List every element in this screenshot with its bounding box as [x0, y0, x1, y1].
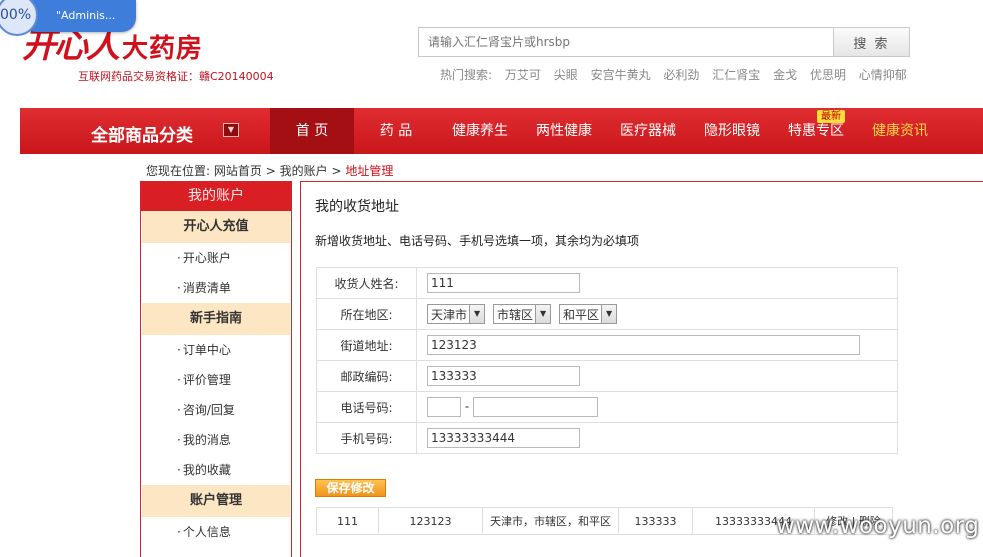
zip-label: 邮政编码: [316, 360, 417, 392]
site-logo[interactable]: 开心人 大药房 互联网药品交易资格证：赣C20140004 [22, 24, 274, 84]
mobile-field[interactable]: 13333333444 [427, 428, 580, 448]
hot-link[interactable]: 汇仁肾宝 [712, 68, 760, 82]
sidebar-item-inquiries[interactable]: 咨询/回复 [141, 395, 291, 425]
form-row-street: 街道地址: 123123 [316, 329, 898, 361]
sidebar-item-consumption[interactable]: 消费清单 [141, 273, 291, 303]
row-region: 天津市，市辖区，和平区 [482, 507, 619, 535]
search-input[interactable] [418, 27, 834, 57]
form-row-zip: 邮政编码: 133333 [316, 360, 898, 392]
breadcrumb-prefix: 您现在位置: [146, 164, 211, 178]
hot-link[interactable]: 心情抑郁 [859, 68, 907, 82]
breadcrumb-sep: > [265, 164, 276, 178]
zip-field[interactable]: 133333 [427, 366, 580, 386]
mobile-label: 手机号码: [316, 422, 417, 454]
main-nav: 全部商品分类 ▼ 首 页 药 品 健康养生 两性健康 医疗器械 隐形眼镜 特惠专… [20, 108, 983, 154]
breadcrumb: 您现在位置: 网站首页 > 我的账户 > 地址管理 [146, 162, 393, 179]
page-title: 我的收货地址 [315, 199, 399, 215]
address-panel: 我的收货地址 新增收货地址、电话号码、手机号选填一项，其余均为必填项 收货人姓名… [300, 181, 983, 557]
breadcrumb-account[interactable]: 我的账户 [280, 164, 328, 178]
form-row-region: 所在地区: 天津市 ▼ 市辖区 ▼ 和平区 ▼ [316, 298, 898, 330]
breadcrumb-current: 地址管理 [345, 164, 394, 178]
form-row-phone: 电话号码: - [316, 391, 898, 423]
breadcrumb-sep: > [331, 164, 342, 178]
breadcrumb-home[interactable]: 网站首页 [214, 164, 262, 178]
license-text: 互联网药品交易资格证：赣C20140004 [78, 70, 274, 83]
all-categories-label: 全部商品分类 [91, 126, 193, 146]
region-label: 所在地区: [316, 298, 417, 330]
chevron-down-icon: ▼ [535, 305, 551, 323]
sidebar-item-reviews[interactable]: 评价管理 [141, 365, 291, 395]
hot-link[interactable]: 必利劲 [663, 68, 699, 82]
nav-health-news[interactable]: 健康资讯 [858, 108, 942, 154]
sidebar-item-orders[interactable]: 订单中心 [141, 335, 291, 365]
row-zip: 133333 [618, 507, 693, 535]
search-bar: 搜 索 [418, 27, 910, 57]
phone-number-field[interactable] [473, 397, 598, 417]
watermark: www.wooyun.org [776, 513, 980, 539]
address-form: 收货人姓名: 111 所在地区: 天津市 ▼ 市辖区 ▼ 和平区 ▼ 街道地址: 1231… [316, 267, 898, 454]
sidebar-item-favorites[interactable]: 我的收藏 [141, 455, 291, 485]
hot-link[interactable]: 尖眼 [554, 68, 578, 82]
account-sidebar: 我的账户 开心人充值 开心账户 消费清单 新手指南 订单中心 评价管理 咨询/回… [140, 181, 292, 557]
all-categories-button[interactable]: 全部商品分类 ▼ [20, 108, 270, 154]
row-street: 123123 [378, 507, 483, 535]
form-row-mobile: 手机号码: 13333333444 [316, 422, 898, 454]
street-label: 街道地址: [316, 329, 417, 361]
nav-medical-devices[interactable]: 医疗器械 [606, 108, 690, 154]
hot-link[interactable]: 金戈 [773, 68, 797, 82]
chevron-down-icon: ▼ [601, 305, 617, 323]
save-button[interactable]: 保存修改 [315, 479, 386, 497]
district-select[interactable]: 和平区 ▼ [559, 304, 618, 324]
form-row-name: 收货人姓名: 111 [316, 267, 898, 299]
row-name: 111 [316, 507, 379, 535]
nav-contact-lenses[interactable]: 隐形眼镜 [690, 108, 774, 154]
sidebar-section-title: 开心人充值 [142, 211, 290, 243]
hot-searches: 热门搜索: 万艾可 尖眼 安宫牛黄丸 必利劲 汇仁肾宝 金戈 优思明 心情抑郁 [440, 66, 916, 83]
phone-label: 电话号码: [316, 391, 417, 423]
nav-home[interactable]: 首 页 [270, 108, 354, 154]
sidebar-item-profile[interactable]: 个人信息 [141, 517, 291, 547]
sidebar-item-happy-account[interactable]: 开心账户 [141, 243, 291, 273]
sidebar-item-messages[interactable]: 我的消息 [141, 425, 291, 455]
chevron-down-icon[interactable]: ▼ [223, 123, 239, 137]
hot-label: 热门搜索: [440, 68, 493, 82]
search-button[interactable]: 搜 索 [833, 27, 910, 57]
hot-link[interactable]: 安宫牛黄丸 [591, 68, 651, 82]
nav-health[interactable]: 健康养生 [438, 108, 522, 154]
phone-area-field[interactable] [427, 397, 461, 417]
new-badge: 最新 [817, 110, 845, 123]
name-label: 收货人姓名: [316, 267, 417, 299]
nav-medicine[interactable]: 药 品 [354, 108, 438, 154]
sidebar-section-title: 新手指南 [142, 303, 290, 335]
province-select[interactable]: 天津市 ▼ [427, 304, 486, 324]
phone-dash: - [464, 399, 470, 414]
hot-link[interactable]: 万艾可 [505, 68, 541, 82]
hot-link[interactable]: 优思明 [810, 68, 846, 82]
admin-tab[interactable]: "Adminis... [22, 0, 136, 32]
nav-specials[interactable]: 特惠专区 [774, 108, 858, 154]
street-field[interactable]: 123123 [427, 335, 860, 355]
nav-sexual-health[interactable]: 两性健康 [522, 108, 606, 154]
sidebar-title: 我的账户 [141, 182, 291, 211]
city-select[interactable]: 市辖区 ▼ [493, 304, 552, 324]
sidebar-section-title: 账户管理 [142, 485, 290, 517]
form-note: 新增收货地址、电话号码、手机号选填一项，其余均为必填项 [315, 234, 640, 248]
name-field[interactable]: 111 [427, 273, 580, 293]
chevron-down-icon: ▼ [469, 305, 485, 323]
